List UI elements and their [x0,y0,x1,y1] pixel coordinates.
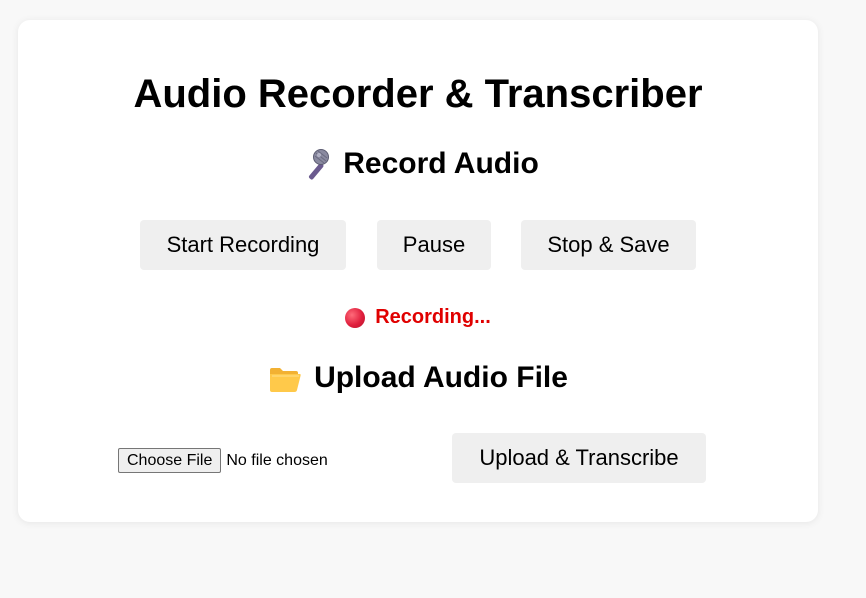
recording-status-text: Recording... [375,306,491,328]
pause-button[interactable]: Pause [377,220,491,270]
file-status-text: No file chosen [226,451,328,469]
start-recording-button[interactable]: Start Recording [140,220,346,270]
red-circle-icon [345,307,366,328]
recording-status: Recording... [18,306,818,329]
upload-heading: Upload Audio File [18,360,818,396]
upload-heading-label: Upload Audio File [314,361,568,394]
page-title: Audio Recorder & Transcriber [133,72,703,116]
folder-icon [268,361,302,395]
record-heading: Record Audio [18,146,818,182]
recorder-card: Audio Recorder & Transcriber Record Audi… [18,20,818,522]
file-input[interactable]: Choose File No file chosen [118,448,328,473]
choose-file-button[interactable]: Choose File [118,448,222,473]
upload-transcribe-button[interactable]: Upload & Transcribe [452,433,706,483]
microphone-icon [297,147,331,181]
record-heading-label: Record Audio [343,147,539,180]
stop-save-button[interactable]: Stop & Save [521,220,696,270]
